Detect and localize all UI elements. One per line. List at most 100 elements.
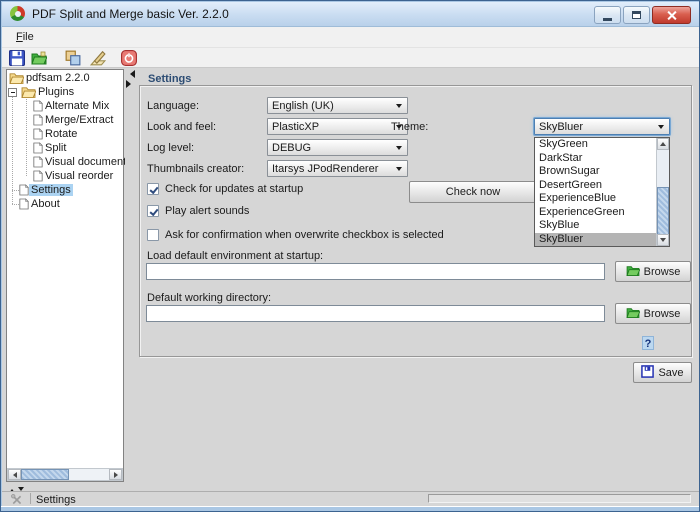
theme-option[interactable]: ExperienceGreen	[535, 206, 657, 220]
chevron-down-icon	[396, 146, 402, 153]
look-and-feel-label: Look and feel:	[147, 121, 217, 133]
folder-open-icon	[21, 86, 36, 98]
working-dir-label: Default working directory:	[147, 292, 272, 304]
minimize-button[interactable]	[594, 6, 621, 24]
browse-label: Browse	[643, 265, 681, 278]
arrow-left-icon	[10, 471, 17, 478]
theme-dropdown-list: SkyGreen DarkStar BrownSugar DesertGreen…	[534, 137, 670, 247]
tree-item-visual-document[interactable]: Visual document	[33, 155, 128, 169]
tree-connector	[26, 93, 27, 176]
theme-value: SkyBluer	[539, 120, 584, 133]
tree-item-root[interactable]: pdfsam 2.2.0	[9, 71, 92, 85]
maximize-button[interactable]	[623, 6, 650, 24]
tree-item-plugins[interactable]: Plugins	[21, 85, 76, 99]
theme-option-selected[interactable]: SkyBluer	[535, 232, 657, 246]
tree-item-about[interactable]: About	[19, 197, 62, 211]
document-icon	[19, 198, 29, 210]
chevron-down-icon	[396, 104, 402, 111]
minimize-icon	[603, 17, 612, 21]
tree-item-alternate-mix[interactable]: Alternate Mix	[33, 99, 111, 113]
tree-item-label: Alternate Mix	[45, 100, 110, 112]
close-icon	[666, 10, 677, 21]
arrow-right-icon	[113, 471, 121, 478]
close-button[interactable]	[652, 6, 691, 24]
statusbar-separator	[30, 493, 31, 504]
folder-green-icon	[626, 265, 641, 279]
theme-select[interactable]: SkyBluer	[534, 118, 670, 135]
settings-group-title: Settings	[144, 73, 196, 85]
maximize-icon	[632, 11, 641, 19]
tree-item-label: pdfsam 2.2.0	[26, 72, 90, 84]
theme-option[interactable]: BrownSugar	[535, 165, 657, 179]
tree-item-rotate[interactable]: Rotate	[33, 127, 79, 141]
document-icon	[33, 156, 43, 168]
working-dir-browse-button[interactable]: Browse	[615, 303, 691, 324]
scroll-down-button[interactable]	[657, 234, 669, 246]
play-sounds-label: Play alert sounds	[165, 205, 250, 217]
load-env-input[interactable]	[146, 263, 605, 280]
working-dir-input[interactable]	[146, 305, 605, 322]
check-now-button[interactable]: Check now	[409, 181, 537, 203]
toolbar	[2, 48, 699, 68]
statusbar-progress	[428, 494, 691, 503]
tree-item-merge-extract[interactable]: Merge/Extract	[33, 113, 115, 127]
scroll-right-button[interactable]	[109, 469, 122, 480]
thumbnails-creator-value: Itarsys JPodRenderer	[272, 162, 379, 175]
scroll-left-button[interactable]	[8, 469, 21, 480]
overwrite-confirm-row: Ask for confirmation when overwrite chec…	[147, 229, 444, 241]
menu-file[interactable]: File	[11, 30, 39, 44]
tree-item-visual-reorder[interactable]: Visual reorder	[33, 169, 115, 183]
theme-option[interactable]: DesertGreen	[535, 179, 657, 193]
play-sounds-checkbox[interactable]	[147, 205, 159, 217]
collapse-right-icon[interactable]	[126, 80, 135, 88]
look-and-feel-select[interactable]: PlasticXP	[267, 118, 408, 135]
tree-item-label: Visual document	[45, 156, 127, 168]
scrollbar-thumb[interactable]	[657, 187, 669, 235]
clear-log-icon[interactable]	[89, 50, 107, 66]
overwrite-confirm-checkbox[interactable]	[147, 229, 159, 241]
theme-option[interactable]: DarkStar	[535, 152, 657, 166]
scroll-up-button[interactable]	[657, 138, 669, 150]
organize-windows-icon[interactable]	[65, 50, 81, 66]
save-button[interactable]: Save	[633, 362, 692, 383]
tree-item-label: Split	[45, 142, 67, 154]
tree-horizontal-scrollbar[interactable]	[7, 468, 123, 481]
language-label: Language:	[147, 100, 199, 112]
scrollbar-thumb[interactable]	[21, 469, 69, 480]
theme-option[interactable]: ExperienceBlue	[535, 192, 657, 206]
tree-item-label: Plugins	[38, 86, 75, 98]
chevron-down-icon	[658, 125, 664, 132]
tree-item-settings[interactable]: Settings	[19, 183, 73, 197]
app-window: PDF Split and Merge basic Ver. 2.2.0 Fil…	[0, 0, 700, 512]
pdfsam-logo-icon	[10, 6, 25, 21]
split-divider[interactable]	[125, 69, 133, 482]
save-label: Save	[658, 366, 684, 379]
thumbnails-creator-select[interactable]: Itarsys JPodRenderer	[267, 160, 408, 177]
language-value: English (UK)	[272, 99, 334, 112]
tree-item-label: Visual reorder	[45, 170, 114, 182]
window-frame-bottom	[1, 506, 699, 511]
log-level-label: Log level:	[147, 142, 195, 154]
save-environment-icon[interactable]	[9, 50, 25, 66]
log-level-select[interactable]: DEBUG	[267, 139, 408, 156]
load-environment-icon[interactable]	[31, 50, 48, 66]
tree-item-split[interactable]: Split	[33, 141, 68, 155]
document-icon	[33, 128, 43, 140]
statusbar-text: Settings	[36, 494, 76, 506]
log-level-value: DEBUG	[272, 141, 312, 154]
help-button[interactable]: ?	[642, 336, 654, 350]
tree-item-label: About	[31, 198, 60, 210]
collapse-left-icon[interactable]	[126, 70, 135, 78]
collapse-expander-icon[interactable]	[8, 88, 17, 97]
theme-option[interactable]: SkyBlue	[535, 219, 657, 233]
tree-item-label-selected: Settings	[29, 184, 73, 196]
theme-label: Theme:	[391, 121, 429, 133]
theme-option[interactable]: SkyGreen	[535, 138, 657, 152]
dropdown-scrollbar[interactable]	[656, 138, 669, 246]
load-env-browse-button[interactable]: Browse	[615, 261, 691, 282]
exit-icon[interactable]	[121, 50, 137, 66]
check-now-label: Check now	[445, 186, 501, 198]
folder-green-icon	[626, 307, 641, 321]
language-select[interactable]: English (UK)	[267, 97, 408, 114]
check-updates-checkbox[interactable]	[147, 183, 159, 195]
